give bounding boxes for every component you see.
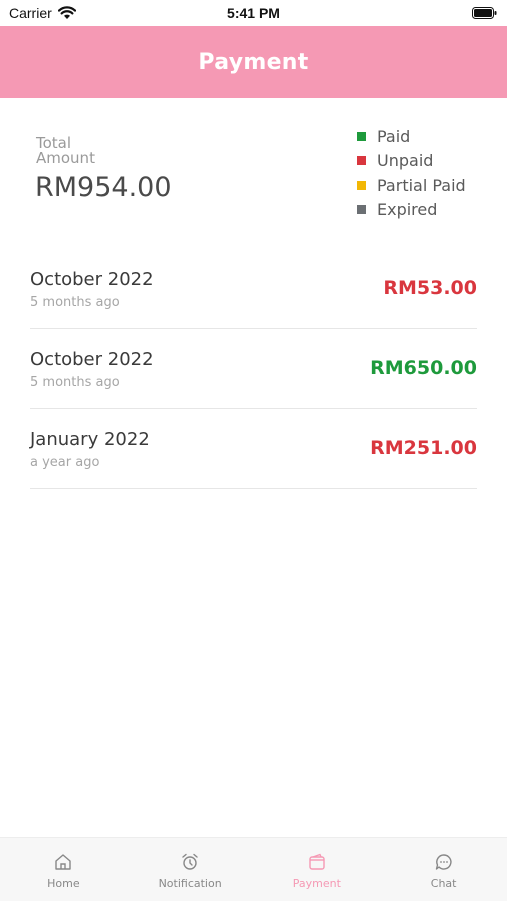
- legend-swatch: [357, 205, 366, 215]
- payment-row[interactable]: October 2022 5 months ago RM53.00: [30, 250, 477, 329]
- payment-amount: RM251.00: [370, 437, 477, 459]
- payment-amount: RM53.00: [383, 277, 477, 299]
- payment-amount: RM650.00: [370, 357, 477, 379]
- legend-item: Paid: [357, 124, 466, 149]
- bottom-tab-bar: Home Notification Payment Chat: [0, 837, 507, 901]
- payment-month: January 2022: [30, 429, 150, 450]
- legend-label: Partial Paid: [377, 175, 466, 195]
- payment-relative-time: a year ago: [30, 455, 100, 470]
- status-bar: Carrier 5:41 PM: [0, 0, 507, 26]
- payment-relative-time: 5 months ago: [30, 375, 120, 390]
- legend-swatch: [357, 131, 366, 141]
- legend-label: Unpaid: [377, 151, 434, 171]
- payment-row[interactable]: October 2022 5 months ago RM650.00: [30, 330, 477, 409]
- battery-icon: [472, 7, 497, 19]
- tab-payment[interactable]: Payment: [254, 838, 381, 901]
- status-legend: Paid Unpaid Partial Paid Expired: [357, 124, 466, 222]
- legend-item: Expired: [357, 198, 466, 223]
- legend-label: Expired: [377, 200, 438, 220]
- legend-item: Partial Paid: [357, 173, 466, 198]
- tab-chat-label: Chat: [430, 876, 457, 890]
- wallet-icon: [309, 853, 325, 870]
- payment-summary: Total Amount RM954.00 Paid Unpaid Partial …: [0, 98, 507, 248]
- clock: 5:41 PM: [227, 5, 280, 21]
- total-amount-value: RM954.00: [35, 172, 172, 203]
- page-title: Payment: [198, 49, 309, 75]
- app-header: Payment: [0, 26, 507, 98]
- payment-relative-time: 5 months ago: [30, 295, 120, 310]
- legend-swatch: [357, 156, 366, 166]
- home-icon: [55, 853, 72, 870]
- total-amount-label: Total Amount: [36, 134, 95, 167]
- tab-notification-label: Notification: [158, 876, 222, 890]
- payment-month: October 2022: [30, 349, 154, 370]
- legend-label: Paid: [377, 126, 411, 146]
- tab-notification[interactable]: Notification: [127, 838, 254, 901]
- chat-icon: [435, 853, 452, 870]
- tab-home-label: Home: [47, 876, 80, 890]
- alarm-icon: [182, 853, 198, 870]
- payment-row[interactable]: January 2022 a year ago RM251.00: [30, 410, 477, 489]
- payment-month: October 2022: [30, 269, 154, 290]
- tab-home[interactable]: Home: [0, 838, 127, 901]
- payment-list: October 2022 5 months ago RM53.00 October 2…: [30, 250, 477, 490]
- tab-chat[interactable]: Chat: [380, 838, 507, 901]
- legend-item: Unpaid: [357, 149, 466, 174]
- tab-payment-label: Payment: [292, 876, 341, 890]
- legend-swatch: [357, 180, 366, 190]
